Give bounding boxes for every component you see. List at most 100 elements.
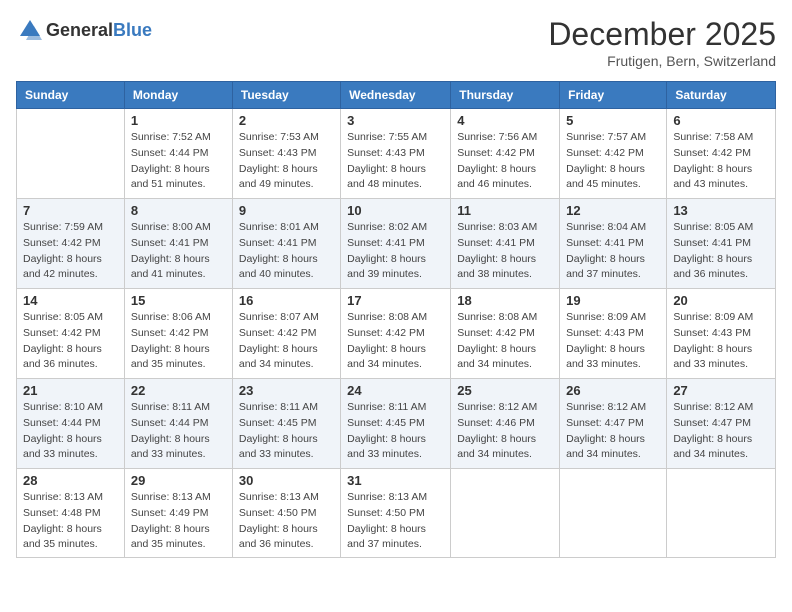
calendar-cell: 9 Sunrise: 8:01 AMSunset: 4:41 PMDaylight… xyxy=(232,199,340,289)
day-number: 19 xyxy=(566,293,660,308)
day-info: Sunrise: 8:13 AMSunset: 4:48 PMDaylight:… xyxy=(23,490,118,553)
calendar-week-row: 28 Sunrise: 8:13 AMSunset: 4:48 PMDayligh… xyxy=(17,469,776,558)
day-number: 28 xyxy=(23,473,118,488)
col-header-monday: Monday xyxy=(124,82,232,109)
calendar-cell xyxy=(560,469,667,558)
calendar-cell xyxy=(667,469,776,558)
calendar-cell: 16Sunrise: 8:07 AMSunset: 4:42 PMDayligh… xyxy=(232,289,340,379)
calendar-cell: 21 Sunrise: 8:10 AMSunset: 4:44 PMDayligh… xyxy=(17,379,125,469)
day-number: 17 xyxy=(347,293,444,308)
month-title: December 2025 xyxy=(548,16,776,53)
calendar-cell: 13 Sunrise: 8:05 AMSunset: 4:41 PMDayligh… xyxy=(667,199,776,289)
calendar-cell: 20 Sunrise: 8:09 AMSunset: 4:43 PMDayligh… xyxy=(667,289,776,379)
calendar-cell: 31 Sunrise: 8:13 AMSunset: 4:50 PMDayligh… xyxy=(341,469,451,558)
calendar-cell: 8 Sunrise: 8:00 AMSunset: 4:41 PMDaylight… xyxy=(124,199,232,289)
day-info: Sunrise: 8:04 AMSunset: 4:41 PMDaylight:… xyxy=(566,220,660,283)
calendar-cell: 23 Sunrise: 8:11 AMSunset: 4:45 PMDayligh… xyxy=(232,379,340,469)
calendar-cell: 10 Sunrise: 8:02 AMSunset: 4:41 PMDayligh… xyxy=(341,199,451,289)
day-info: Sunrise: 8:08 AMSunset: 4:42 PMDaylight:… xyxy=(457,310,553,373)
day-info: Sunrise: 7:53 AMSunset: 4:43 PMDaylight:… xyxy=(239,130,334,193)
day-info: Sunrise: 8:09 AMSunset: 4:43 PMDaylight:… xyxy=(566,310,660,373)
day-number: 22 xyxy=(131,383,226,398)
day-info: Sunrise: 8:07 AMSunset: 4:42 PMDaylight:… xyxy=(239,310,334,373)
day-number: 23 xyxy=(239,383,334,398)
day-number: 13 xyxy=(673,203,769,218)
day-number: 24 xyxy=(347,383,444,398)
day-info: Sunrise: 8:12 AMSunset: 4:47 PMDaylight:… xyxy=(673,400,769,463)
calendar-cell: 2 Sunrise: 7:53 AMSunset: 4:43 PMDaylight… xyxy=(232,109,340,199)
calendar-cell: 18Sunrise: 8:08 AMSunset: 4:42 PMDayligh… xyxy=(451,289,560,379)
day-number: 15 xyxy=(131,293,226,308)
day-number: 31 xyxy=(347,473,444,488)
day-info: Sunrise: 8:01 AMSunset: 4:41 PMDaylight:… xyxy=(239,220,334,283)
calendar-header-row: SundayMondayTuesdayWednesdayThursdayFrid… xyxy=(17,82,776,109)
calendar-cell: 24 Sunrise: 8:11 AMSunset: 4:45 PMDayligh… xyxy=(341,379,451,469)
day-number: 12 xyxy=(566,203,660,218)
calendar-week-row: 14Sunrise: 8:05 AMSunset: 4:42 PMDayligh… xyxy=(17,289,776,379)
day-info: Sunrise: 8:11 AMSunset: 4:44 PMDaylight:… xyxy=(131,400,226,463)
calendar-cell: 7 Sunrise: 7:59 AMSunset: 4:42 PMDaylight… xyxy=(17,199,125,289)
day-info: Sunrise: 8:08 AMSunset: 4:42 PMDaylight:… xyxy=(347,310,444,373)
day-info: Sunrise: 8:02 AMSunset: 4:41 PMDaylight:… xyxy=(347,220,444,283)
day-number: 14 xyxy=(23,293,118,308)
calendar-cell: 17 Sunrise: 8:08 AMSunset: 4:42 PMDayligh… xyxy=(341,289,451,379)
calendar-cell: 27Sunrise: 8:12 AMSunset: 4:47 PMDayligh… xyxy=(667,379,776,469)
calendar-cell: 6 Sunrise: 7:58 AMSunset: 4:42 PMDaylight… xyxy=(667,109,776,199)
day-number: 7 xyxy=(23,203,118,218)
logo: GeneralBlue xyxy=(16,16,152,44)
day-info: Sunrise: 7:52 AMSunset: 4:44 PMDaylight:… xyxy=(131,130,226,193)
title-section: December 2025 Frutigen, Bern, Switzerlan… xyxy=(548,16,776,69)
col-header-friday: Friday xyxy=(560,82,667,109)
day-info: Sunrise: 8:03 AMSunset: 4:41 PMDaylight:… xyxy=(457,220,553,283)
calendar-cell: 29Sunrise: 8:13 AMSunset: 4:49 PMDayligh… xyxy=(124,469,232,558)
calendar-cell: 25 Sunrise: 8:12 AMSunset: 4:46 PMDayligh… xyxy=(451,379,560,469)
day-number: 21 xyxy=(23,383,118,398)
day-info: Sunrise: 8:13 AMSunset: 4:50 PMDaylight:… xyxy=(239,490,334,553)
col-header-tuesday: Tuesday xyxy=(232,82,340,109)
day-info: Sunrise: 8:12 AMSunset: 4:47 PMDaylight:… xyxy=(566,400,660,463)
day-info: Sunrise: 8:09 AMSunset: 4:43 PMDaylight:… xyxy=(673,310,769,373)
day-info: Sunrise: 8:13 AMSunset: 4:50 PMDaylight:… xyxy=(347,490,444,553)
day-info: Sunrise: 8:00 AMSunset: 4:41 PMDaylight:… xyxy=(131,220,226,283)
col-header-thursday: Thursday xyxy=(451,82,560,109)
day-number: 2 xyxy=(239,113,334,128)
calendar-cell: 4Sunrise: 7:56 AMSunset: 4:42 PMDaylight… xyxy=(451,109,560,199)
calendar-cell: 11 Sunrise: 8:03 AMSunset: 4:41 PMDayligh… xyxy=(451,199,560,289)
day-number: 25 xyxy=(457,383,553,398)
day-number: 9 xyxy=(239,203,334,218)
calendar-cell xyxy=(451,469,560,558)
day-info: Sunrise: 7:56 AMSunset: 4:42 PMDaylight:… xyxy=(457,130,553,193)
location-subtitle: Frutigen, Bern, Switzerland xyxy=(548,53,776,69)
day-info: Sunrise: 8:05 AMSunset: 4:41 PMDaylight:… xyxy=(673,220,769,283)
calendar-cell: 28 Sunrise: 8:13 AMSunset: 4:48 PMDayligh… xyxy=(17,469,125,558)
day-info: Sunrise: 7:55 AMSunset: 4:43 PMDaylight:… xyxy=(347,130,444,193)
day-info: Sunrise: 7:59 AMSunset: 4:42 PMDaylight:… xyxy=(23,220,118,283)
day-number: 30 xyxy=(239,473,334,488)
day-info: Sunrise: 8:11 AMSunset: 4:45 PMDaylight:… xyxy=(347,400,444,463)
day-number: 6 xyxy=(673,113,769,128)
day-info: Sunrise: 8:10 AMSunset: 4:44 PMDaylight:… xyxy=(23,400,118,463)
day-number: 26 xyxy=(566,383,660,398)
calendar-cell: 12 Sunrise: 8:04 AMSunset: 4:41 PMDayligh… xyxy=(560,199,667,289)
day-info: Sunrise: 8:13 AMSunset: 4:49 PMDaylight:… xyxy=(131,490,226,553)
day-number: 11 xyxy=(457,203,553,218)
logo-general: General xyxy=(46,20,113,40)
day-info: Sunrise: 8:11 AMSunset: 4:45 PMDaylight:… xyxy=(239,400,334,463)
page-header: GeneralBlue December 2025 Frutigen, Bern… xyxy=(16,16,776,69)
calendar-cell: 30 Sunrise: 8:13 AMSunset: 4:50 PMDayligh… xyxy=(232,469,340,558)
calendar-cell: 22 Sunrise: 8:11 AMSunset: 4:44 PMDayligh… xyxy=(124,379,232,469)
calendar-week-row: 7 Sunrise: 7:59 AMSunset: 4:42 PMDaylight… xyxy=(17,199,776,289)
calendar-cell: 19 Sunrise: 8:09 AMSunset: 4:43 PMDayligh… xyxy=(560,289,667,379)
day-number: 8 xyxy=(131,203,226,218)
calendar-cell: 15Sunrise: 8:06 AMSunset: 4:42 PMDayligh… xyxy=(124,289,232,379)
col-header-saturday: Saturday xyxy=(667,82,776,109)
day-number: 10 xyxy=(347,203,444,218)
col-header-wednesday: Wednesday xyxy=(341,82,451,109)
calendar-week-row: 1 Sunrise: 7:52 AMSunset: 4:44 PMDaylight… xyxy=(17,109,776,199)
calendar-cell: 3Sunrise: 7:55 AMSunset: 4:43 PMDaylight… xyxy=(341,109,451,199)
day-number: 20 xyxy=(673,293,769,308)
day-number: 1 xyxy=(131,113,226,128)
day-info: Sunrise: 8:12 AMSunset: 4:46 PMDaylight:… xyxy=(457,400,553,463)
day-info: Sunrise: 7:58 AMSunset: 4:42 PMDaylight:… xyxy=(673,130,769,193)
calendar-cell: 26 Sunrise: 8:12 AMSunset: 4:47 PMDayligh… xyxy=(560,379,667,469)
